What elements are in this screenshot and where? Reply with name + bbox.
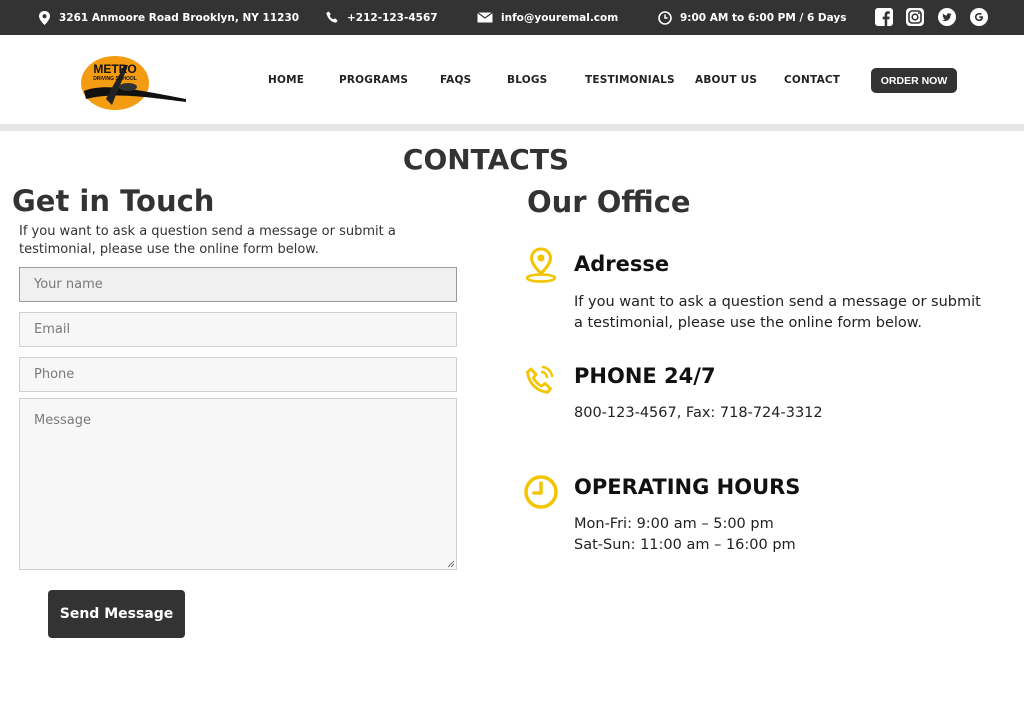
envelope-icon	[477, 12, 493, 23]
our-office-heading: Our Office	[527, 185, 691, 219]
send-message-button[interactable]: Send Message	[48, 590, 185, 638]
location-pin-icon	[39, 10, 50, 25]
address-title: Adresse	[574, 252, 670, 276]
topbar-phone[interactable]: +212-123-4567	[326, 0, 438, 35]
topbar-email-text: info@youremal.com	[501, 11, 619, 24]
hours-line-weekday: Mon-Fri: 9:00 am – 5:00 pm	[574, 516, 774, 532]
clock-icon	[658, 10, 672, 25]
resize-grip-icon[interactable]	[447, 560, 455, 568]
nav-contact[interactable]: CONTACT	[784, 74, 840, 86]
twitter-icon[interactable]	[937, 7, 957, 27]
topbar-hours-text: 9:00 AM to 6:00 PM / 6 Days	[680, 11, 847, 24]
order-now-button[interactable]: ORDER NOW	[871, 68, 957, 93]
facebook-icon[interactable]	[874, 7, 894, 27]
nav-testimonials[interactable]: TESTIMONIALS	[585, 74, 675, 86]
nav-programs[interactable]: PROGRAMS	[339, 74, 408, 86]
clock-icon	[522, 473, 560, 511]
top-info-bar: 3261 Anmoore Road Brooklyn, NY 11230 +21…	[0, 0, 1024, 35]
name-input[interactable]	[19, 267, 457, 302]
nav-blogs[interactable]: BLOGS	[507, 74, 547, 86]
message-textarea[interactable]	[19, 398, 457, 570]
topbar-hours: 9:00 AM to 6:00 PM / 6 Days	[658, 0, 847, 35]
topbar-address: 3261 Anmoore Road Brooklyn, NY 11230	[38, 0, 299, 35]
nav-about-us[interactable]: ABOUT US	[695, 74, 757, 86]
site-header: METRO DRIVING SCHOOL HOME PROGRAMS FAQS …	[0, 35, 1024, 124]
map-pin-icon	[522, 246, 560, 284]
get-in-touch-heading: Get in Touch	[12, 184, 215, 218]
header-divider	[0, 124, 1024, 131]
instagram-icon[interactable]	[905, 7, 925, 27]
nav-home[interactable]: HOME	[268, 74, 304, 86]
topbar-email[interactable]: info@youremal.com	[477, 0, 618, 35]
phone-input[interactable]	[19, 357, 457, 392]
topbar-phone-text: +212-123-4567	[347, 11, 438, 24]
get-in-touch-intro: If you want to ask a question send a mes…	[19, 224, 396, 257]
hours-line-weekend: Sat-Sun: 11:00 am – 16:00 pm	[574, 537, 796, 553]
email-input[interactable]	[19, 312, 457, 347]
phone-text: 800-123-4567, Fax: 718-724-3312	[574, 405, 823, 421]
address-text: If you want to ask a question send a mes…	[574, 294, 981, 331]
phone-icon	[326, 11, 338, 23]
nav-faqs[interactable]: FAQS	[440, 74, 471, 86]
page-title: CONTACTS	[402, 143, 570, 176]
hours-title: OPERATING HOURS	[574, 475, 801, 499]
svg-text:METRO: METRO	[93, 62, 136, 76]
phone-ring-icon	[522, 360, 560, 398]
phone-title: PHONE 24/7	[574, 364, 716, 388]
google-icon[interactable]	[969, 7, 989, 27]
metro-driving-school-logo[interactable]: METRO DRIVING SCHOOL	[74, 53, 190, 113]
svg-text:DRIVING SCHOOL: DRIVING SCHOOL	[93, 76, 137, 82]
topbar-address-text: 3261 Anmoore Road Brooklyn, NY 11230	[59, 11, 300, 24]
